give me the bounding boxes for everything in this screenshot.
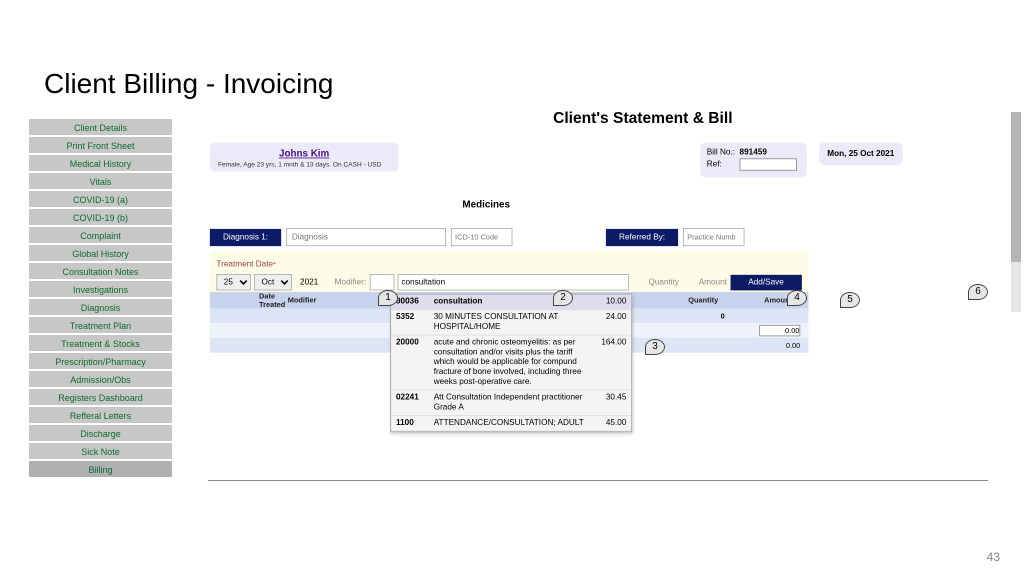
callout-4: 4 <box>787 290 807 306</box>
sidebar-item-consultation-notes[interactable]: Consultation Notes <box>28 262 173 280</box>
month-select[interactable]: Oct <box>254 274 292 290</box>
scrollbar[interactable] <box>1011 112 1021 312</box>
dropdown-item[interactable]: 1100ATTENDANCE/CONSULTATION; ADULT45.00 <box>391 416 631 432</box>
sidebar-item-sick-note[interactable]: Sick Note <box>28 442 173 460</box>
referred-button[interactable]: Referred By: <box>606 228 678 245</box>
diagnosis-button[interactable]: Diagnosis 1: <box>210 228 281 245</box>
callout-2: 2 <box>553 290 573 306</box>
practice-number-input[interactable] <box>683 228 745 246</box>
modifier-label: Modifier: <box>335 278 366 287</box>
statement-date: Mon, 25 Oct 2021 <box>819 143 902 165</box>
sidebar-item-covid-b[interactable]: COVID-19 (b) <box>28 208 173 226</box>
sidebar-item-diagnosis[interactable]: Diagnosis <box>28 298 173 316</box>
sidebar-item-prescription[interactable]: Prescription/Pharmacy <box>28 352 173 370</box>
diagnosis-input[interactable] <box>286 228 446 246</box>
icd-input[interactable] <box>451 228 513 246</box>
day-select[interactable]: 25 <box>216 274 250 290</box>
sidebar-item-investigations[interactable]: Investigations <box>28 280 173 298</box>
sidebar-item-registers[interactable]: Registers Dashboard <box>28 388 173 406</box>
quantity-label: Quantity <box>648 278 679 287</box>
patient-box: Johns Kim Female, Age 23 yrs, 1 mnth & 1… <box>210 143 399 172</box>
statement-title: Client's Statement & Bill <box>298 110 987 128</box>
divider <box>208 480 988 481</box>
modifier-input[interactable] <box>369 274 394 290</box>
sidebar-item-treatment-plan[interactable]: Treatment Plan <box>28 316 173 334</box>
callout-5: 5 <box>840 292 860 308</box>
referred-row: Referred By: <box>606 228 745 246</box>
sidebar-item-medical-history[interactable]: Medical History <box>28 154 173 172</box>
bill-no-value: 891459 <box>740 148 767 157</box>
sidebar-item-covid-a[interactable]: COVID-19 (a) <box>28 190 173 208</box>
bill-ref-label: Ref: <box>707 160 740 169</box>
sidebar-item-complaint[interactable]: Complaint <box>28 226 173 244</box>
sidebar: Client Details Print Front Sheet Medical… <box>28 118 173 478</box>
sidebar-item-billing[interactable]: Billing <box>28 460 173 478</box>
service-dropdown[interactable]: 90036consultation10.00 535230 MINUTES CO… <box>390 294 632 433</box>
entry-form: Treatment Date* 25 Oct 2021 Modifier: Qu… <box>210 251 809 295</box>
sidebar-item-client-details[interactable]: Client Details <box>28 118 173 136</box>
patient-name-link[interactable]: Johns Kim <box>218 148 390 159</box>
page-title: Client Billing - Invoicing <box>44 68 333 100</box>
page-number: 43 <box>987 550 1000 564</box>
sidebar-item-global-history[interactable]: Global History <box>28 244 173 262</box>
amount-label: Amount <box>699 278 727 287</box>
bill-box: Bill No.:891459 Ref: <box>700 143 807 177</box>
dropdown-item[interactable]: 02241Att Consultation Independent practi… <box>391 390 631 415</box>
dropdown-item[interactable]: 20000acute and chronic osteomyelitis: as… <box>391 336 631 391</box>
medicines-heading: Medicines <box>462 199 510 210</box>
callout-1: 1 <box>378 290 398 306</box>
dropdown-item[interactable]: 535230 MINUTES CONSULTATION AT HOSPITAL/… <box>391 310 631 335</box>
amount-input[interactable] <box>759 325 800 336</box>
patient-details: Female, Age 23 yrs, 1 mnth & 13 days. On… <box>218 161 390 168</box>
callout-3: 3 <box>645 339 665 355</box>
sidebar-item-vitals[interactable]: Vitals <box>28 172 173 190</box>
main-panel: Client's Statement & Bill Johns Kim Fema… <box>200 110 987 136</box>
dropdown-item[interactable]: 90036consultation10.00 <box>391 295 631 311</box>
add-save-button[interactable]: Add/Save <box>730 274 802 290</box>
callout-6: 6 <box>968 284 988 300</box>
col-quantity: Quantity <box>620 296 727 304</box>
col-modifier: Modifier <box>288 296 350 304</box>
sidebar-item-discharge[interactable]: Discharge <box>28 424 173 442</box>
sidebar-item-referral[interactable]: Refferal Letters <box>28 406 173 424</box>
sidebar-item-print-front-sheet[interactable]: Print Front Sheet <box>28 136 173 154</box>
service-input[interactable] <box>397 274 628 290</box>
diagnosis-row: Diagnosis 1: <box>210 228 513 246</box>
col-date-treated: Date Treated <box>210 292 288 308</box>
scrollbar-thumb[interactable] <box>1011 112 1021 262</box>
bill-no-label: Bill No.: <box>707 148 740 157</box>
year-value: 2021 <box>295 276 323 288</box>
sidebar-item-treatment-stocks[interactable]: Treatment & Stocks <box>28 334 173 352</box>
bill-ref-input[interactable] <box>740 158 797 170</box>
treatment-date-label: Treatment Date* <box>216 260 275 269</box>
sidebar-item-admission[interactable]: Admission/Obs <box>28 370 173 388</box>
